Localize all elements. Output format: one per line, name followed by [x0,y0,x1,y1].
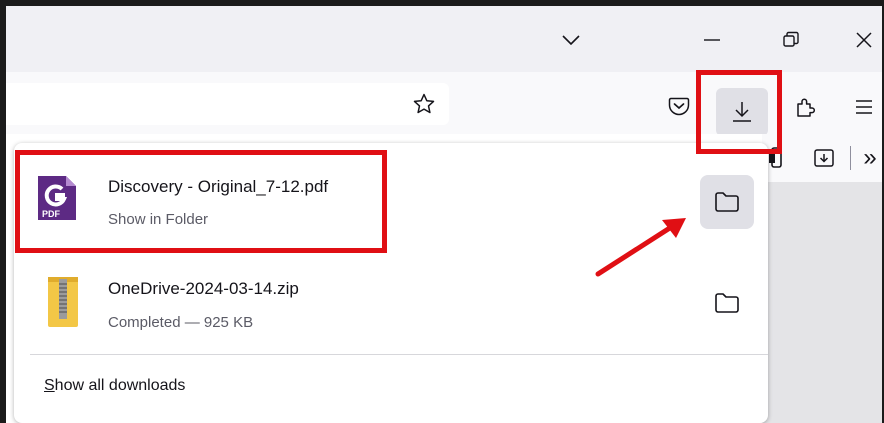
show-all-label: how all downloads [54,377,186,394]
annotation-arrow [595,218,686,277]
accesskey-letter: S [44,377,55,394]
pocket-button[interactable] [662,89,696,123]
tab-list-dropdown-button[interactable] [554,23,588,57]
pocket-icon [668,97,690,116]
browser-window: » PDF Discovery - Original_7-12.pdf Show… [6,6,882,423]
save-to-folder-button[interactable] [810,144,838,172]
show-in-folder-button[interactable] [700,175,754,229]
panel-divider [30,354,768,355]
menu-icon [856,100,872,114]
app-menu-button[interactable] [846,89,882,125]
extensions-button[interactable] [788,89,824,125]
highlight-box-downloads-button [696,70,782,154]
show-all-downloads-button[interactable]: Show all downloads [44,377,185,395]
highlight-box-pdf-item [15,150,387,253]
folder-icon [715,293,739,313]
restore-icon [783,31,799,47]
bookmarks-overflow-icon: » [863,144,877,171]
chevron-down-icon [562,35,580,46]
title-bar [6,6,882,72]
folder-icon [715,192,739,212]
bookmark-star-button[interactable] [408,89,440,119]
bookmarks-overflow-button[interactable]: » [858,144,882,172]
save-to-folder-icon [814,149,834,167]
minimize-button[interactable] [692,23,732,57]
address-bar[interactable] [6,83,449,125]
close-icon [856,32,872,48]
star-icon [413,93,435,114]
extensions-icon [797,98,816,117]
minimize-icon [704,39,720,41]
page-side-area [762,182,882,423]
restore-button[interactable] [771,23,811,57]
close-window-button[interactable] [846,23,882,57]
show-in-folder-button[interactable] [700,276,754,330]
zip-file-icon [48,277,78,327]
download-status: Completed — 925 KB [108,314,254,331]
download-file-name: OneDrive-2024-03-14.zip [108,279,299,298]
toolbar-separator [850,146,851,170]
